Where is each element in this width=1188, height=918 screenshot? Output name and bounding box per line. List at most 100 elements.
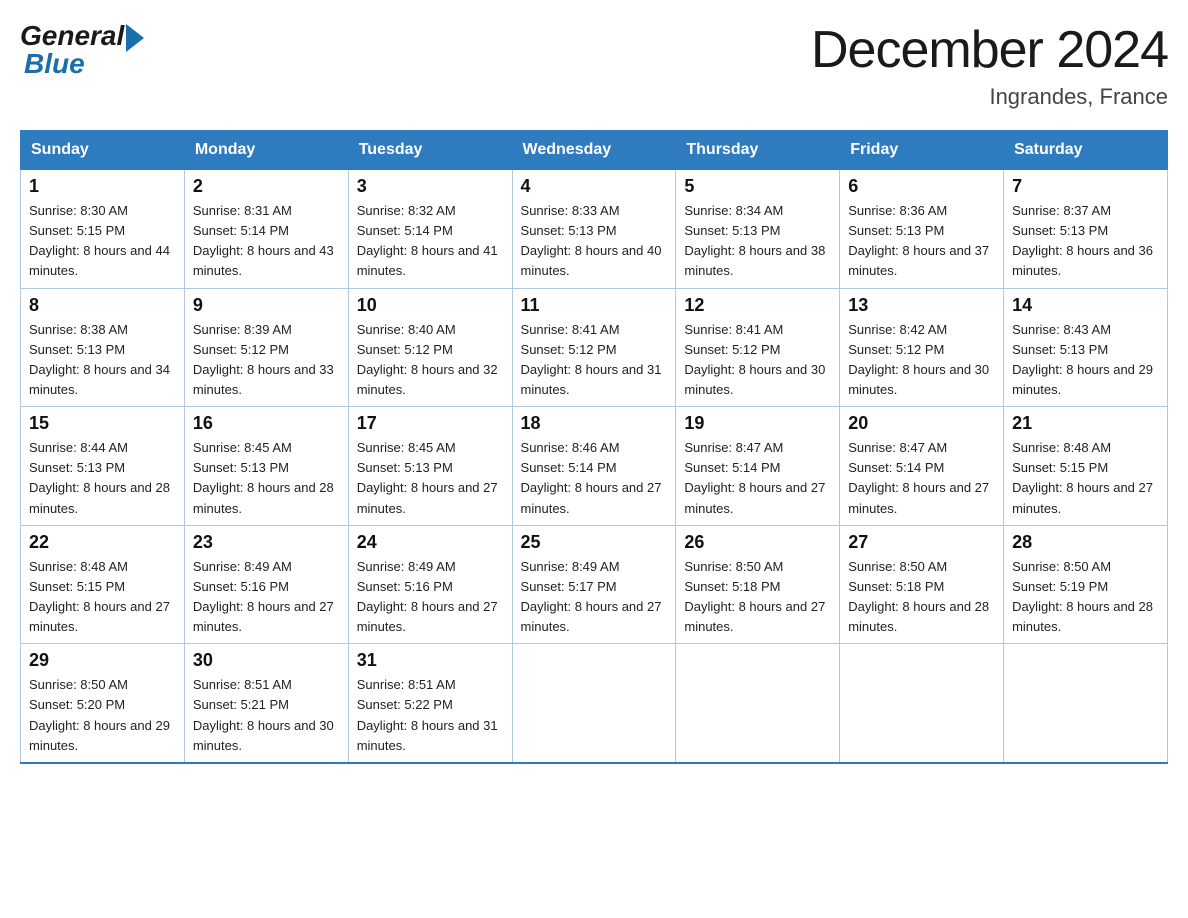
calendar-cell: 6 Sunrise: 8:36 AMSunset: 5:13 PMDaylight… xyxy=(840,170,1004,289)
day-number: 15 xyxy=(29,413,176,434)
day-info: Sunrise: 8:43 AMSunset: 5:13 PMDaylight:… xyxy=(1012,320,1159,401)
col-header-sunday: Sunday xyxy=(21,131,185,170)
calendar-cell: 19 Sunrise: 8:47 AMSunset: 5:14 PMDayligh… xyxy=(676,407,840,526)
calendar-cell: 13Sunrise: 8:42 AMSunset: 5:12 PMDayligh… xyxy=(840,288,1004,407)
day-info: Sunrise: 8:38 AMSunset: 5:13 PMDaylight:… xyxy=(29,320,176,401)
calendar-header-row: SundayMondayTuesdayWednesdayThursdayFrid… xyxy=(21,131,1168,170)
day-number: 17 xyxy=(357,413,504,434)
calendar-cell: 9Sunrise: 8:39 AMSunset: 5:12 PMDaylight… xyxy=(184,288,348,407)
day-number: 31 xyxy=(357,650,504,671)
calendar-cell: 18Sunrise: 8:46 AMSunset: 5:14 PMDayligh… xyxy=(512,407,676,526)
day-number: 5 xyxy=(684,176,831,197)
day-info: Sunrise: 8:50 AMSunset: 5:18 PMDaylight:… xyxy=(848,557,995,638)
calendar-cell: 1Sunrise: 8:30 AMSunset: 5:15 PMDaylight… xyxy=(21,170,185,289)
day-info: Sunrise: 8:44 AMSunset: 5:13 PMDaylight:… xyxy=(29,438,176,519)
week-row-4: 22 Sunrise: 8:48 AMSunset: 5:15 PMDayligh… xyxy=(21,525,1168,644)
calendar-cell: 20 Sunrise: 8:47 AMSunset: 5:14 PMDayligh… xyxy=(840,407,1004,526)
calendar-cell: 31 Sunrise: 8:51 AMSunset: 5:22 PMDayligh… xyxy=(348,644,512,763)
calendar-cell: 7 Sunrise: 8:37 AMSunset: 5:13 PMDaylight… xyxy=(1004,170,1168,289)
day-info: Sunrise: 8:49 AMSunset: 5:16 PMDaylight:… xyxy=(357,557,504,638)
day-number: 6 xyxy=(848,176,995,197)
day-info: Sunrise: 8:49 AMSunset: 5:16 PMDaylight:… xyxy=(193,557,340,638)
day-info: Sunrise: 8:41 AMSunset: 5:12 PMDaylight:… xyxy=(521,320,668,401)
day-info: Sunrise: 8:47 AMSunset: 5:14 PMDaylight:… xyxy=(848,438,995,519)
calendar-cell: 11 Sunrise: 8:41 AMSunset: 5:12 PMDayligh… xyxy=(512,288,676,407)
day-number: 28 xyxy=(1012,532,1159,553)
col-header-thursday: Thursday xyxy=(676,131,840,170)
calendar-cell: 4 Sunrise: 8:33 AMSunset: 5:13 PMDaylight… xyxy=(512,170,676,289)
calendar-cell: 5 Sunrise: 8:34 AMSunset: 5:13 PMDaylight… xyxy=(676,170,840,289)
day-info: Sunrise: 8:50 AMSunset: 5:19 PMDaylight:… xyxy=(1012,557,1159,638)
day-info: Sunrise: 8:34 AMSunset: 5:13 PMDaylight:… xyxy=(684,201,831,282)
day-info: Sunrise: 8:51 AMSunset: 5:21 PMDaylight:… xyxy=(193,675,340,756)
day-number: 7 xyxy=(1012,176,1159,197)
calendar-cell: 2 Sunrise: 8:31 AMSunset: 5:14 PMDaylight… xyxy=(184,170,348,289)
day-number: 12 xyxy=(684,295,831,316)
day-info: Sunrise: 8:45 AMSunset: 5:13 PMDaylight:… xyxy=(357,438,504,519)
day-info: Sunrise: 8:39 AMSunset: 5:12 PMDaylight:… xyxy=(193,320,340,401)
day-number: 20 xyxy=(848,413,995,434)
calendar-cell: 27 Sunrise: 8:50 AMSunset: 5:18 PMDayligh… xyxy=(840,525,1004,644)
calendar-cell: 30 Sunrise: 8:51 AMSunset: 5:21 PMDayligh… xyxy=(184,644,348,763)
day-number: 2 xyxy=(193,176,340,197)
day-number: 4 xyxy=(521,176,668,197)
day-info: Sunrise: 8:51 AMSunset: 5:22 PMDaylight:… xyxy=(357,675,504,756)
week-row-1: 1Sunrise: 8:30 AMSunset: 5:15 PMDaylight… xyxy=(21,170,1168,289)
calendar-cell: 10Sunrise: 8:40 AMSunset: 5:12 PMDayligh… xyxy=(348,288,512,407)
day-info: Sunrise: 8:47 AMSunset: 5:14 PMDaylight:… xyxy=(684,438,831,519)
day-number: 23 xyxy=(193,532,340,553)
calendar-cell: 29Sunrise: 8:50 AMSunset: 5:20 PMDayligh… xyxy=(21,644,185,763)
day-info: Sunrise: 8:49 AMSunset: 5:17 PMDaylight:… xyxy=(521,557,668,638)
calendar-cell xyxy=(840,644,1004,763)
day-info: Sunrise: 8:40 AMSunset: 5:12 PMDaylight:… xyxy=(357,320,504,401)
calendar-cell: 22 Sunrise: 8:48 AMSunset: 5:15 PMDayligh… xyxy=(21,525,185,644)
calendar-cell: 24 Sunrise: 8:49 AMSunset: 5:16 PMDayligh… xyxy=(348,525,512,644)
calendar-cell: 15 Sunrise: 8:44 AMSunset: 5:13 PMDayligh… xyxy=(21,407,185,526)
calendar-table: SundayMondayTuesdayWednesdayThursdayFrid… xyxy=(20,130,1168,764)
col-header-wednesday: Wednesday xyxy=(512,131,676,170)
day-info: Sunrise: 8:48 AMSunset: 5:15 PMDaylight:… xyxy=(29,557,176,638)
calendar-cell: 21Sunrise: 8:48 AMSunset: 5:15 PMDayligh… xyxy=(1004,407,1168,526)
calendar-cell: 12Sunrise: 8:41 AMSunset: 5:12 PMDayligh… xyxy=(676,288,840,407)
day-number: 1 xyxy=(29,176,176,197)
day-info: Sunrise: 8:32 AMSunset: 5:14 PMDaylight:… xyxy=(357,201,504,282)
week-row-3: 15 Sunrise: 8:44 AMSunset: 5:13 PMDayligh… xyxy=(21,407,1168,526)
day-info: Sunrise: 8:37 AMSunset: 5:13 PMDaylight:… xyxy=(1012,201,1159,282)
col-header-friday: Friday xyxy=(840,131,1004,170)
day-number: 26 xyxy=(684,532,831,553)
calendar-cell: 26 Sunrise: 8:50 AMSunset: 5:18 PMDayligh… xyxy=(676,525,840,644)
col-header-saturday: Saturday xyxy=(1004,131,1168,170)
page-header: General Blue December 2024 Ingrandes, Fr… xyxy=(20,20,1168,110)
day-number: 24 xyxy=(357,532,504,553)
calendar-cell xyxy=(512,644,676,763)
calendar-cell: 17 Sunrise: 8:45 AMSunset: 5:13 PMDayligh… xyxy=(348,407,512,526)
calendar-cell xyxy=(1004,644,1168,763)
day-info: Sunrise: 8:46 AMSunset: 5:14 PMDaylight:… xyxy=(521,438,668,519)
day-number: 19 xyxy=(684,413,831,434)
day-info: Sunrise: 8:50 AMSunset: 5:20 PMDaylight:… xyxy=(29,675,176,756)
day-info: Sunrise: 8:36 AMSunset: 5:13 PMDaylight:… xyxy=(848,201,995,282)
day-number: 30 xyxy=(193,650,340,671)
day-number: 27 xyxy=(848,532,995,553)
calendar-cell xyxy=(676,644,840,763)
day-info: Sunrise: 8:33 AMSunset: 5:13 PMDaylight:… xyxy=(521,201,668,282)
col-header-tuesday: Tuesday xyxy=(348,131,512,170)
week-row-5: 29Sunrise: 8:50 AMSunset: 5:20 PMDayligh… xyxy=(21,644,1168,763)
day-number: 25 xyxy=(521,532,668,553)
day-info: Sunrise: 8:31 AMSunset: 5:14 PMDaylight:… xyxy=(193,201,340,282)
day-number: 3 xyxy=(357,176,504,197)
logo-blue-text: Blue xyxy=(24,48,85,80)
location-label: Ingrandes, France xyxy=(811,84,1168,110)
day-info: Sunrise: 8:42 AMSunset: 5:12 PMDaylight:… xyxy=(848,320,995,401)
day-number: 16 xyxy=(193,413,340,434)
day-number: 11 xyxy=(521,295,668,316)
calendar-cell: 8 Sunrise: 8:38 AMSunset: 5:13 PMDaylight… xyxy=(21,288,185,407)
calendar-cell: 25 Sunrise: 8:49 AMSunset: 5:17 PMDayligh… xyxy=(512,525,676,644)
day-number: 22 xyxy=(29,532,176,553)
day-info: Sunrise: 8:45 AMSunset: 5:13 PMDaylight:… xyxy=(193,438,340,519)
day-info: Sunrise: 8:50 AMSunset: 5:18 PMDaylight:… xyxy=(684,557,831,638)
day-number: 8 xyxy=(29,295,176,316)
logo: General Blue xyxy=(20,20,144,80)
month-title: December 2024 xyxy=(811,20,1168,80)
day-number: 21 xyxy=(1012,413,1159,434)
